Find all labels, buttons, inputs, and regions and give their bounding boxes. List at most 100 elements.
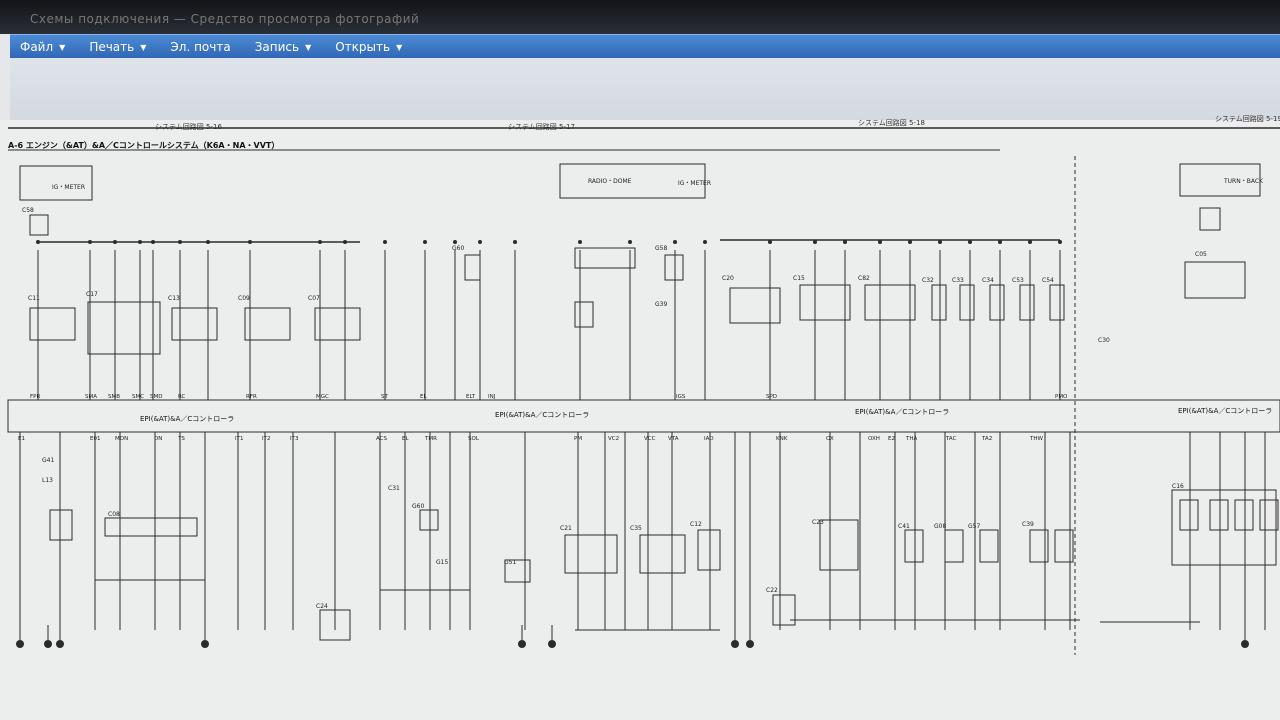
ecu-pin-label: SMC bbox=[132, 394, 144, 400]
junction-dot bbox=[938, 240, 942, 244]
connector-label: G57 bbox=[968, 523, 980, 530]
ground-symbol bbox=[16, 640, 24, 648]
chevron-down-icon: ▼ bbox=[140, 42, 147, 52]
junction-dot bbox=[673, 240, 677, 244]
ignition-coil bbox=[959, 284, 975, 321]
menu-email[interactable]: Эл. почта bbox=[160, 35, 244, 59]
junction-dot bbox=[843, 240, 847, 244]
menu-print[interactable]: Печать ▼ bbox=[79, 35, 160, 59]
chevron-down-icon: ▼ bbox=[396, 42, 403, 52]
ecu-label: EPI(&AT)&A／Cコントローラ bbox=[855, 408, 950, 416]
ignition-coil bbox=[1019, 284, 1035, 321]
menu-bar: Файл ▼ Печать ▼ Эл. почта Запись ▼ Откры… bbox=[10, 34, 1280, 59]
ecu-pin-label: TS bbox=[177, 436, 185, 442]
connector-label: C08 bbox=[108, 511, 120, 518]
connector-label: C53 bbox=[1012, 277, 1024, 284]
ecu-pin-label: SOL bbox=[468, 436, 480, 442]
ecu-pin-label: FPR bbox=[30, 394, 40, 400]
ground-symbol bbox=[548, 640, 556, 648]
ic-module bbox=[1209, 499, 1229, 531]
chevron-down-icon: ▼ bbox=[59, 42, 66, 52]
ecu-pin-label: ST bbox=[381, 394, 388, 400]
junction-dot bbox=[248, 240, 252, 244]
fuse-label: RADIO・DOME bbox=[588, 178, 632, 185]
junction-dot bbox=[628, 240, 632, 244]
connector-label: C20 bbox=[722, 275, 734, 282]
connector-label: C23 bbox=[812, 519, 824, 526]
connector-label: G08 bbox=[934, 523, 946, 530]
connector-label: C13 bbox=[168, 295, 180, 302]
ecu-pin-label: TAC bbox=[945, 436, 957, 442]
relay bbox=[314, 307, 361, 341]
component-box bbox=[574, 301, 594, 328]
relay bbox=[171, 307, 218, 341]
ecu-pin-label: INJ bbox=[488, 394, 496, 400]
ecu-pin-label: DN bbox=[154, 436, 162, 442]
junction-dot bbox=[206, 240, 210, 244]
junction-dot bbox=[1028, 240, 1032, 244]
ecu-pin-label: SMB bbox=[108, 394, 120, 400]
ecu-label: EPI(&AT)&A／Cコントローラ bbox=[1178, 407, 1273, 415]
fuel-pump bbox=[49, 509, 73, 541]
page-header: システム回路図 5-18 bbox=[858, 119, 925, 127]
page-header: システム回路図 5-19 bbox=[1215, 115, 1280, 123]
ecu-pin-label: RC bbox=[178, 394, 186, 400]
injector bbox=[799, 284, 851, 321]
ecu-label: EPI(&AT)&A／Cコントローラ bbox=[495, 411, 590, 419]
ecu-pin-label: VC2 bbox=[608, 436, 619, 442]
window-titlebar: Схемы подключения — Средство просмотра ф… bbox=[0, 0, 1280, 34]
junction-dot bbox=[88, 240, 92, 244]
component-box bbox=[464, 254, 481, 281]
connector-label: C24 bbox=[316, 603, 328, 610]
ic-module bbox=[1179, 499, 1199, 531]
menu-burn[interactable]: Запись ▼ bbox=[245, 35, 326, 59]
fuse-small bbox=[1199, 207, 1221, 231]
shift-switch bbox=[1184, 261, 1246, 299]
ecu-pin-label: TMR bbox=[424, 436, 437, 442]
page-header: システム回路図 5-17 bbox=[508, 123, 575, 131]
junction-dot bbox=[318, 240, 322, 244]
diagram-title: A-6 エンジン（&AT）&A／Cコントロールシステム（K6A・NA・VVT） bbox=[8, 141, 280, 150]
menu-file[interactable]: Файл ▼ bbox=[10, 35, 79, 59]
wiring-diagram-image[interactable]: C58 C11 C17 C13 C09 C07 G60 G58 G39 C20 C15 C82 C32 C… bbox=[0, 115, 1280, 720]
connector-label: C30 bbox=[1098, 337, 1110, 344]
ecu-pin-label: IAD bbox=[704, 436, 714, 442]
junction-dot bbox=[343, 240, 347, 244]
ecu-pin-label: EL bbox=[420, 394, 427, 400]
connector-label: C22 bbox=[766, 587, 778, 594]
ecu-pin-label: E1 bbox=[18, 436, 25, 442]
ignition-coil bbox=[1049, 284, 1065, 321]
connector-label: C58 bbox=[22, 207, 34, 214]
junction-dot bbox=[1058, 240, 1062, 244]
junction-dot bbox=[703, 240, 707, 244]
ecu-pin-label: IT1 bbox=[235, 436, 243, 442]
thermistor bbox=[944, 529, 964, 563]
ecu-pin-label: PMO bbox=[1055, 394, 1068, 400]
junction-dot bbox=[383, 240, 387, 244]
junction-dot bbox=[478, 240, 482, 244]
menu-open-label: Открыть bbox=[335, 40, 391, 54]
junction-dot bbox=[878, 240, 882, 244]
ground-symbol bbox=[56, 640, 64, 648]
menu-print-label: Печать bbox=[89, 40, 135, 54]
window-title: Схемы подключения — Средство просмотра ф… bbox=[30, 12, 420, 26]
junction-dot bbox=[513, 240, 517, 244]
connector-label: C54 bbox=[1042, 277, 1054, 284]
ecu-pin-label: THW bbox=[1029, 436, 1043, 442]
connector-label: C15 bbox=[793, 275, 805, 282]
thermistor bbox=[904, 529, 924, 563]
menu-open[interactable]: Открыть ▼ bbox=[325, 35, 416, 59]
ground-symbol bbox=[1241, 640, 1249, 648]
ecu-pin-label: E2 bbox=[888, 436, 895, 442]
connector-label: G15 bbox=[436, 559, 448, 566]
ecu-pin-label: ACS bbox=[376, 436, 388, 442]
connector-label: G60 bbox=[412, 503, 424, 510]
connector-label: C09 bbox=[238, 295, 250, 302]
chevron-down-icon: ▼ bbox=[305, 42, 312, 52]
sensor bbox=[419, 509, 439, 531]
connector-label: G51 bbox=[504, 559, 516, 566]
connector-label: C34 bbox=[982, 277, 994, 284]
resistor bbox=[697, 529, 721, 571]
fuse-label: IG・METER bbox=[52, 184, 86, 191]
junction-dot bbox=[998, 240, 1002, 244]
